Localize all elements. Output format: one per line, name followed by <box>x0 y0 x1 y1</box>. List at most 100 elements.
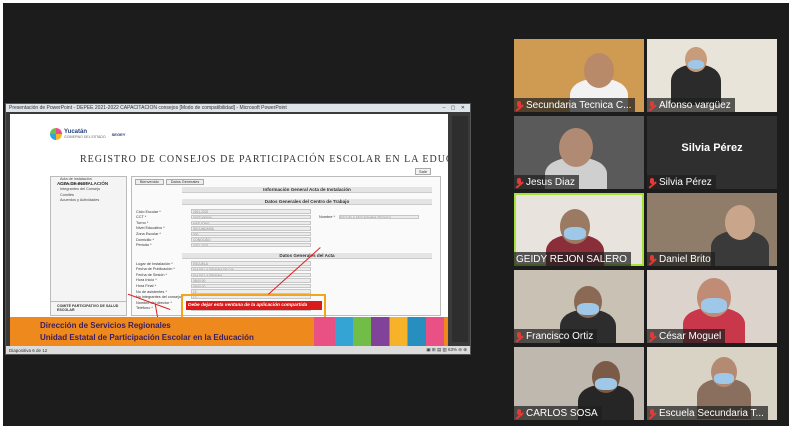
participant-tile[interactable]: Alfonso vargüez <box>647 39 777 112</box>
participant-tile[interactable]: Francisco Ortiz <box>514 270 644 343</box>
logo-subtext: GOBIERNO DEL ESTADO <box>64 135 106 139</box>
microphone-muted-icon <box>649 177 656 187</box>
field-label: Zona Escolar * <box>136 232 161 237</box>
microphone-muted-icon <box>649 254 656 264</box>
participant-name-label: Secundaria Tecnica C... <box>514 98 636 112</box>
form-row: Fecha de Publicación * DIA DE LA SEMANA D… <box>136 266 311 272</box>
participant-name-label: GEIDY REJON SALERO <box>514 252 631 266</box>
field-input[interactable]: 2021-2022 <box>191 209 311 214</box>
shared-screen: Presentación de PowerPoint - DEPEE 2021-… <box>5 103 471 355</box>
participant-name: Secundaria Tecnica C... <box>526 99 632 111</box>
field-label: Periodo * <box>136 243 152 248</box>
microphone-muted-icon <box>649 408 656 418</box>
field-label: Nivel Educativo * <box>136 226 165 231</box>
field-label: Hora Final * <box>136 284 157 289</box>
field-input[interactable]: ESCUELA SECUNDARIA TÉCNICA <box>339 214 419 220</box>
left-panel-item[interactable]: Acuerdos y Actividades <box>51 198 126 203</box>
field-label: Lugar de Instalación * <box>136 261 173 266</box>
left-nav-panel: ACTA DE INSTALACIÓN Acta de instalación D… <box>50 176 127 316</box>
participant-tile[interactable]: CARLOS SOSA <box>514 347 644 420</box>
banner-line-2: Unidad Estatal de Participación Escolar … <box>40 333 254 342</box>
field-label: Fecha de Sesión * <box>136 272 168 277</box>
salir-button[interactable]: Salir <box>415 168 432 175</box>
form-tabs: Bienvenido Datos Generales <box>135 179 205 185</box>
form-tab[interactable]: Bienvenido <box>135 179 164 185</box>
left-panel-footer[interactable]: COMITÉ PARTICIPATIVO DE SALUD ESCOLAR <box>51 301 126 315</box>
yucatan-logo: Yucatán GOBIERNO DEL ESTADO SEGEY <box>50 128 125 140</box>
field-input[interactable]: 09:00:00 <box>191 283 311 289</box>
form-row: Lugar de Instalación * ESCUELA <box>136 261 311 266</box>
participant-name: Escuela Secundaria T... <box>659 407 764 419</box>
banner-line-1: Dirección de Servicios Regionales <box>40 321 171 330</box>
field-input[interactable]: MATUTINO <box>191 220 311 226</box>
window-title: Presentación de PowerPoint - DEPEE 2021-… <box>9 105 287 111</box>
microphone-muted-icon <box>516 331 523 341</box>
microphone-muted-icon <box>516 408 523 418</box>
field-input[interactable]: 31ETV0000A <box>191 214 311 220</box>
participant-tile[interactable]: Silvia Pérez Silvia Pérez <box>647 116 777 189</box>
field-input[interactable]: SECUNDARIA <box>191 226 311 231</box>
participant-tile[interactable]: Secundaria Tecnica C... <box>514 39 644 112</box>
participant-name: CARLOS SOSA <box>526 407 598 419</box>
microphone-muted-icon <box>649 100 656 110</box>
participant-name-label: Alfonso vargüez <box>647 98 735 112</box>
shared-scrollbar[interactable] <box>452 116 468 342</box>
field-input[interactable]: CONOCIDO <box>191 237 311 242</box>
field-label: CCT * <box>136 215 147 220</box>
field-input[interactable]: ESCUELA <box>191 261 311 266</box>
form-row: Domicilio * CONOCIDO <box>136 237 311 242</box>
field-label: Ciclo Escolar * <box>136 209 161 214</box>
participant-tile[interactable]: Jesus Diaz <box>514 116 644 189</box>
left-panel-heading: ACTA DE INSTALACIÓN <box>57 181 109 186</box>
form-row: Nivel Educativo * SECUNDARIA <box>136 226 311 231</box>
participant-name-label: Silvia Pérez <box>647 175 716 189</box>
slide-counter: Diapositiva 6 de 12 <box>9 347 48 353</box>
participant-name: Daniel Brito <box>659 253 711 265</box>
section-centro-trabajo: Datos Generales del Centro de Trabajo <box>182 199 432 205</box>
form-row: Zona Escolar * 000 <box>136 231 311 237</box>
participant-tile[interactable]: Escuela Secundaria T... <box>647 347 777 420</box>
segey-logo: SEGEY <box>111 131 126 137</box>
field-input[interactable]: 2021-2022 <box>191 242 311 248</box>
form-row: CCT * 31ETV0000A Nombre * ESCUELA SECUNDARI… <box>136 214 419 220</box>
view-controls[interactable]: ▣ ⊞ ▤ ▥ 63% ⊖ ⊕ <box>426 347 467 353</box>
slide: Yucatán GOBIERNO DEL ESTADO SEGEY REGIST… <box>10 114 448 346</box>
yucatan-logo-icon <box>50 128 62 140</box>
field-input[interactable]: DIA DE LA SEMANA <box>191 272 311 278</box>
participant-name: Silvia Pérez <box>659 176 712 188</box>
participant-name-label: César Moguel <box>647 329 726 343</box>
form-row: Hora Final * 09:00:00 <box>136 283 311 289</box>
microphone-muted-icon <box>516 100 523 110</box>
form-row: Periodo * 2021-2022 <box>136 242 311 248</box>
field-label: Turno * <box>136 220 149 225</box>
participant-name-label: Francisco Ortiz <box>514 329 598 343</box>
participant-tile[interactable]: GEIDY REJON SALERO <box>514 193 644 266</box>
participant-name: Jesus Diaz <box>526 176 575 188</box>
participant-name-label: CARLOS SOSA <box>514 406 602 420</box>
participant-tile[interactable]: Daniel Brito <box>647 193 777 266</box>
participant-tile[interactable]: César Moguel <box>647 270 777 343</box>
participant-name: GEIDY REJON SALERO <box>516 253 627 265</box>
video-meeting-window: Presentación de PowerPoint - DEPEE 2021-… <box>3 3 789 426</box>
banner-decoration <box>314 317 444 346</box>
participant-name: César Moguel <box>659 330 722 342</box>
microphone-muted-icon <box>649 331 656 341</box>
slide-banner: Dirección de Servicios Regionales Unidad… <box>10 317 448 346</box>
alert-message: Debe dejar esta ventana de la aplicación… <box>186 301 322 310</box>
field-label: Nombre * <box>319 215 336 220</box>
field-input[interactable]: 08:00:00 <box>191 278 311 283</box>
powerpoint-statusbar: Diapositiva 6 de 12 ▣ ⊞ ▤ ▥ 63% ⊖ ⊕ <box>6 346 470 354</box>
participant-name-label: Jesus Diaz <box>514 175 579 189</box>
field-label: Hora Inicio * <box>136 278 157 283</box>
form-row: Ciclo Escolar * 2021-2022 <box>136 209 311 214</box>
field-input[interactable]: 000 <box>191 231 311 237</box>
form-row: Fecha de Sesión * DIA DE LA SEMANA <box>136 272 311 278</box>
participant-name: Alfonso vargüez <box>659 99 731 111</box>
form-row: Turno * MATUTINO <box>136 220 311 226</box>
participant-name: Francisco Ortiz <box>526 330 594 342</box>
participant-name-label: Daniel Brito <box>647 252 715 266</box>
window-controls[interactable]: – ▢ ✕ <box>443 105 467 111</box>
form-tab[interactable]: Datos Generales <box>165 179 205 185</box>
field-label: Domicilio * <box>136 237 154 242</box>
slide-title: REGISTRO DE CONSEJOS DE PARTICIPACIÓN ES… <box>80 154 448 165</box>
